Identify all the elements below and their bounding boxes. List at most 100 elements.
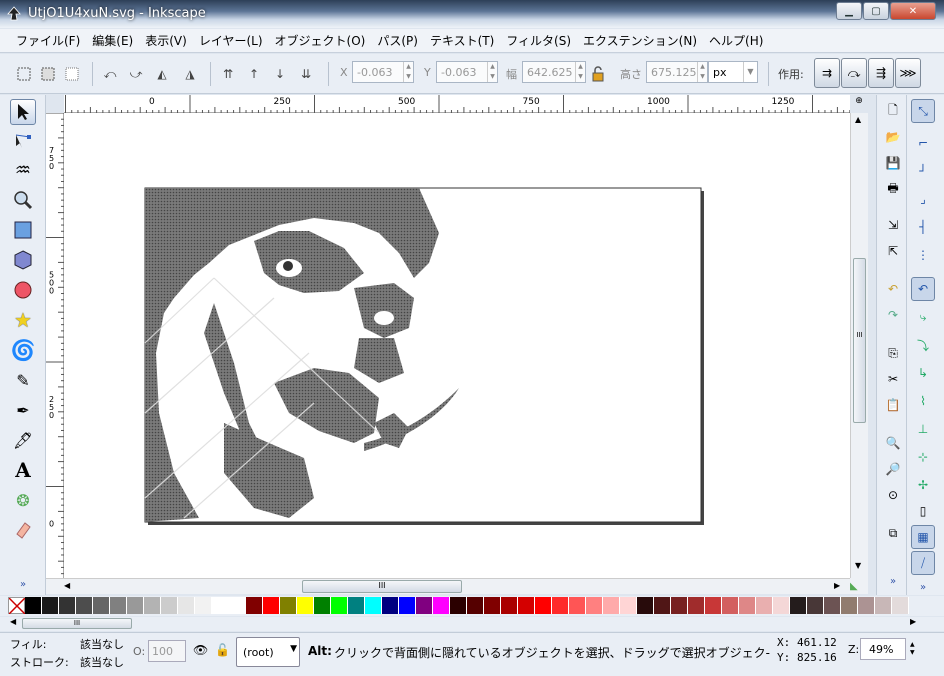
snap-bbox-centers-button[interactable]: ⋮: [911, 243, 935, 267]
export-button[interactable]: ⇱: [883, 241, 903, 261]
snap-toggle-button[interactable]: ⤡: [911, 99, 935, 123]
color-swatch[interactable]: [671, 597, 688, 614]
color-swatch[interactable]: [620, 597, 637, 614]
color-swatch[interactable]: [144, 597, 161, 614]
color-swatch[interactable]: [552, 597, 569, 614]
color-swatch[interactable]: [569, 597, 586, 614]
color-swatch[interactable]: [603, 597, 620, 614]
layer-visibility-toggle[interactable]: 👁: [193, 643, 208, 657]
snap-bbox-midpoints-button[interactable]: ┤: [911, 215, 935, 239]
color-swatch[interactable]: [739, 597, 756, 614]
save-button[interactable]: 💾: [883, 153, 903, 173]
snap-guides-button[interactable]: ⧸: [911, 551, 935, 575]
scroll-down-icon[interactable]: ▼: [855, 561, 861, 570]
color-swatch[interactable]: [331, 597, 348, 614]
rectangle-tool[interactable]: [10, 217, 36, 243]
more-tools-button[interactable]: »: [10, 571, 36, 597]
snap-bbox-corners-button[interactable]: ⌟: [911, 187, 935, 211]
scale-stroke-toggle[interactable]: ⇉: [814, 58, 840, 88]
vertical-scrollbar[interactable]: ▲ III ▼: [850, 113, 868, 578]
snap-intersections-button[interactable]: ⤵: [911, 333, 935, 357]
color-swatch[interactable]: [433, 597, 450, 614]
snap-bbox-button[interactable]: ⌐: [911, 131, 935, 155]
scroll-right-icon[interactable]: ▶: [834, 581, 840, 590]
layer-select[interactable]: (root) ▼: [236, 637, 300, 667]
duplicate-button[interactable]: ⧉: [883, 523, 903, 543]
color-swatch[interactable]: [127, 597, 144, 614]
color-manage-toggle[interactable]: ◣: [850, 578, 868, 594]
spin-arrows-icon[interactable]: ▲ ▼: [697, 62, 707, 82]
menu-layer[interactable]: レイヤー(L): [193, 32, 269, 49]
zoom-selection-button[interactable]: 🔍: [883, 433, 903, 453]
y-field[interactable]: -0.063 ▲ ▼: [436, 61, 498, 83]
color-swatch[interactable]: [178, 597, 195, 614]
raise-to-top-button[interactable]: ⇈: [218, 64, 238, 84]
star-tool[interactable]: ★: [10, 307, 36, 333]
color-swatch[interactable]: [212, 597, 229, 614]
color-swatch[interactable]: [654, 597, 671, 614]
color-swatch[interactable]: [705, 597, 722, 614]
color-swatch[interactable]: [518, 597, 535, 614]
color-swatch[interactable]: [688, 597, 705, 614]
snap-bbox-edges-button[interactable]: ┘: [911, 159, 935, 183]
pencil-tool[interactable]: ✎: [10, 367, 36, 393]
snap-rotation-center-button[interactable]: ✢: [911, 473, 935, 497]
scroll-left-icon[interactable]: ◀: [10, 617, 16, 626]
menu-help[interactable]: ヘルプ(H): [703, 32, 769, 49]
snap-paths-button[interactable]: ⤷: [911, 305, 935, 329]
spray-tool[interactable]: ❂: [10, 487, 36, 513]
spin-arrows-icon[interactable]: ▲ ▼: [403, 62, 413, 82]
maximize-button[interactable]: ▢: [863, 2, 889, 20]
flip-horizontal-button[interactable]: ◭: [152, 64, 172, 84]
color-swatch[interactable]: [637, 597, 654, 614]
no-paint-swatch[interactable]: [8, 597, 26, 615]
zoom-page-button[interactable]: ⊙: [883, 485, 903, 505]
paste-button[interactable]: 📋: [883, 395, 903, 415]
snap-page-border-button[interactable]: ▯: [911, 499, 935, 523]
cut-button[interactable]: ✂: [883, 369, 903, 389]
scroll-up-icon[interactable]: ▲: [855, 115, 861, 124]
3d-box-tool[interactable]: [10, 247, 36, 273]
redo-button[interactable]: ↷: [883, 305, 903, 325]
menu-view[interactable]: 表示(V): [139, 32, 193, 49]
color-swatch[interactable]: [110, 597, 127, 614]
snap-smooth-nodes-button[interactable]: ⌇: [911, 389, 935, 413]
vertical-scroll-thumb[interactable]: III: [853, 258, 866, 423]
color-swatch[interactable]: [365, 597, 382, 614]
color-swatch[interactable]: [858, 597, 875, 614]
color-swatch[interactable]: [76, 597, 93, 614]
menu-extensions[interactable]: エクステンション(N): [577, 32, 703, 49]
color-swatch[interactable]: [314, 597, 331, 614]
color-swatch[interactable]: [756, 597, 773, 614]
new-document-button[interactable]: 🗋: [883, 101, 903, 121]
color-swatch[interactable]: [25, 597, 42, 614]
selector-tool[interactable]: [10, 99, 36, 125]
color-swatch[interactable]: [399, 597, 416, 614]
text-tool[interactable]: A: [10, 457, 36, 483]
zoom-fit-button[interactable]: ⊕: [850, 96, 868, 112]
zoom-tool[interactable]: [10, 187, 36, 213]
menu-object[interactable]: オブジェクト(O): [269, 32, 372, 49]
lower-to-bottom-button[interactable]: ⇊: [296, 64, 316, 84]
canvas[interactable]: [64, 113, 850, 578]
color-swatch[interactable]: [586, 597, 603, 614]
zoom-drawing-button[interactable]: 🔎: [883, 459, 903, 479]
color-swatch[interactable]: [348, 597, 365, 614]
color-swatch[interactable]: [722, 597, 739, 614]
spin-arrows-icon[interactable]: ▲ ▼: [910, 641, 915, 657]
snap-midpoints-button[interactable]: ⊥: [911, 417, 935, 441]
menu-edit[interactable]: 編集(E): [86, 32, 139, 49]
color-swatch[interactable]: [161, 597, 178, 614]
menu-path[interactable]: パス(P): [371, 32, 424, 49]
color-swatch[interactable]: [484, 597, 501, 614]
menu-filters[interactable]: フィルタ(S): [500, 32, 577, 49]
palette-scrollbar[interactable]: ◀ III ▶: [0, 617, 944, 631]
color-swatch[interactable]: [892, 597, 909, 614]
color-swatch[interactable]: [93, 597, 110, 614]
color-swatch[interactable]: [382, 597, 399, 614]
horizontal-scrollbar[interactable]: ◀ III ▶: [46, 578, 850, 594]
ellipse-tool[interactable]: [10, 277, 36, 303]
color-swatch[interactable]: [229, 597, 246, 614]
rotate-ccw-button[interactable]: ⤺: [100, 64, 120, 84]
scroll-left-icon[interactable]: ◀: [64, 581, 70, 590]
